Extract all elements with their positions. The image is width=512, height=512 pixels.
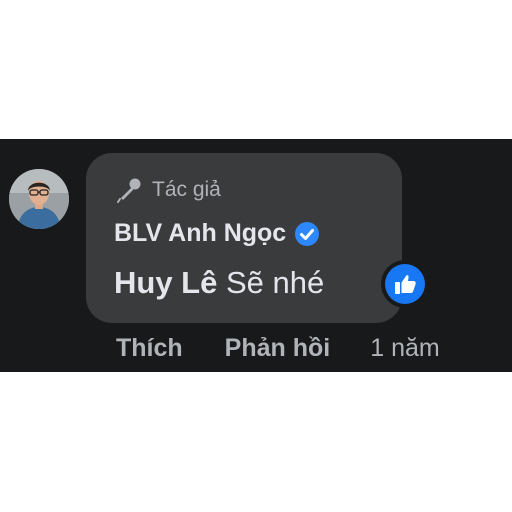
avatar[interactable]	[9, 169, 69, 229]
avatar-photo	[9, 169, 69, 229]
author-badge[interactable]: Tác giả	[114, 175, 221, 205]
timestamp[interactable]: 1 năm	[370, 334, 439, 363]
reaction-badge[interactable]	[381, 260, 429, 308]
comment-bubble: Tác giả BLV Anh Ngọc Huy Lê Sẽ nhé	[86, 153, 402, 323]
mention-link[interactable]: Huy Lê	[114, 265, 217, 300]
comment-text: Huy Lê Sẽ nhé	[114, 265, 324, 301]
author-name-row: BLV Anh Ngọc	[114, 219, 320, 248]
author-badge-label: Tác giả	[152, 178, 221, 201]
verified-check-icon	[294, 221, 320, 247]
reply-button[interactable]: Phản hồi	[225, 334, 331, 363]
comment-actions: Thích Phản hồi 1 năm	[116, 332, 440, 364]
thumbs-up-icon	[385, 264, 425, 304]
comment-container: Tác giả BLV Anh Ngọc Huy Lê Sẽ nhé Thích…	[0, 139, 512, 372]
like-button[interactable]: Thích	[116, 334, 183, 363]
microphone-icon	[114, 175, 144, 205]
comment-body: Sẽ nhé	[217, 265, 325, 300]
author-name[interactable]: BLV Anh Ngọc	[114, 219, 286, 248]
